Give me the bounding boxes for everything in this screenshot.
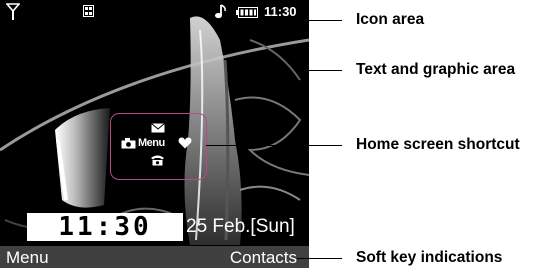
- shortcut-menu-label[interactable]: Menu: [138, 137, 165, 149]
- status-time: 11:30: [264, 4, 297, 19]
- battery-icon: [236, 7, 258, 18]
- callout-text-graphic-area: Text and graphic area: [356, 61, 516, 78]
- phone-screen: 11:30 Menu 11:30 25 Feb.[Sun] Menu Conta…: [0, 0, 309, 268]
- callout-icon-area: Icon area: [356, 11, 425, 28]
- music-icon: [215, 4, 226, 19]
- callout-line-icon-area: [305, 20, 342, 21]
- phone-icon[interactable]: [150, 154, 165, 166]
- softkey-contacts[interactable]: Contacts: [230, 248, 297, 268]
- heart-icon[interactable]: [178, 137, 192, 149]
- date-label: 25 Feb.[Sun]: [186, 216, 295, 237]
- signal-icon: [6, 3, 20, 20]
- callout-line-home-shortcut: [206, 145, 342, 146]
- callout-soft-key-indications: Soft key indications: [356, 249, 503, 266]
- camera-icon[interactable]: [121, 138, 136, 149]
- mail-icon[interactable]: [151, 123, 165, 133]
- callout-line-text-area: [305, 70, 342, 71]
- softkey-menu[interactable]: Menu: [6, 248, 49, 268]
- grid-icon: [83, 5, 94, 17]
- large-clock: 11:30: [58, 212, 152, 242]
- callout-home-screen-shortcut: Home screen shortcut: [356, 136, 520, 153]
- callout-line-soft-keys: [297, 258, 342, 259]
